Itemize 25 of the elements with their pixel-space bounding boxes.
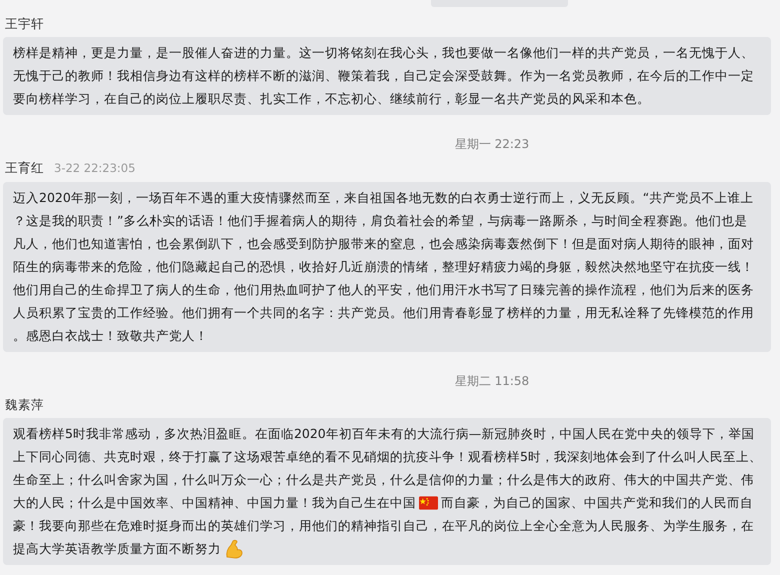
message-text: 而自豪，为自己的国家、中国共产党和我们的人民而自: [441, 494, 753, 512]
message-text: 豪！我要向那些在危难时挺身而出的英雄们学习，用他们的精神指引自己，在平凡的岗位上全心全意为人民服务、为学生服务，在: [13, 517, 754, 535]
sender-name: 王育红: [5, 160, 44, 175]
message-text: 提高大学英语教学质量方面不断努力: [13, 540, 221, 558]
flexed-arm-icon: [224, 538, 244, 558]
timestamp: 星期一 22:23: [454, 137, 530, 152]
message-text: 大的人民；什么是中国效率、中国精神、中国力量！我为自己生在中国: [13, 494, 416, 512]
sent-time: 3-22 22:23:05: [54, 161, 136, 176]
message-text: 榜样是精神，更是力量，是一股催人奋进的力量。这一切将铭刻在我心头，我也要做一名像他们一样的共产党员，一名无愧于人、: [13, 44, 754, 62]
flag-icon: [419, 496, 438, 510]
message-text: 凡人，他们也知道害怕，也会累倒趴下，也会感受到防护服带来的窒息，也会感染病毒轰然倒下！但是面对病人期待的眼神，面对: [13, 235, 754, 253]
message-text: 。感恩白衣战士！致敬共产党人！: [13, 327, 208, 345]
message-text: 观看榜样5时我非常感动，多次热泪盈眶。在面临2020年初百年未有的大流行病—新冠肺炎时，中国人民在党中央的领导下，举国: [13, 425, 754, 443]
sender-name: 王宇轩: [5, 16, 44, 31]
sender-name: 魏素萍: [5, 397, 44, 412]
message-text: 他们用自己的生命捍卫了病人的生命，他们用热血呵护了他人的平安，他们用汗水书写了日臻完善的操作流程，他们为后来的医务: [13, 281, 754, 299]
message-text: 生命至上；什么叫舍家为国，什么叫万众一心；什么是共产党员，什么是信仰的力量；什么是伟大的政府、伟大的中国共产党、伟: [13, 471, 754, 489]
message-text: ？这是我的职责！”多么朴实的话语！他们手握着病人的期待，肩负着社会的希望，与病毒一路厮杀，与时间全程赛跑。他们也是: [13, 212, 748, 230]
timestamp: 星期二 11:58: [454, 374, 530, 389]
message-text: 陌生的病毒带来的危险，他们隐藏起自己的恐惧，收拾好几近崩溃的情绪，整理好精疲力竭的身躯，毅然决然地坚守在抗疫一线！: [13, 258, 754, 276]
message-text: 上下同心同德、共克时艰，终于打赢了这场艰苦卓绝的看不见硝烟的抗疫斗争！观看榜样5时，我深刻地体会到了什么叫人民至上、: [13, 448, 762, 466]
message-text: 迈入2020年那一刻，一场百年不遇的重大疫情骤然而至，来自祖国各地无数的白衣勇士逆行而上，义无反顾。“共产党员不上谁上: [13, 189, 754, 207]
message-text: 人员积累了宝贵的工作经验。他们拥有一个共同的名字：共产党员。他们用青春彰显了榜样的力量，用无私诠释了先锋模范的作用: [13, 304, 754, 322]
message-text: 无愧于己的教师！我相信身边有这样的榜样不断的滋润、鞭策着我，自己定会深受鼓舞。作为一名党员教师，在今后的工作中一定: [13, 67, 754, 85]
message-text: 要向榜样学习，在自己的岗位上履职尽责、扎实工作，不忘初心、继续前行，彰显一名共产党员的风采和本色。: [13, 90, 650, 108]
